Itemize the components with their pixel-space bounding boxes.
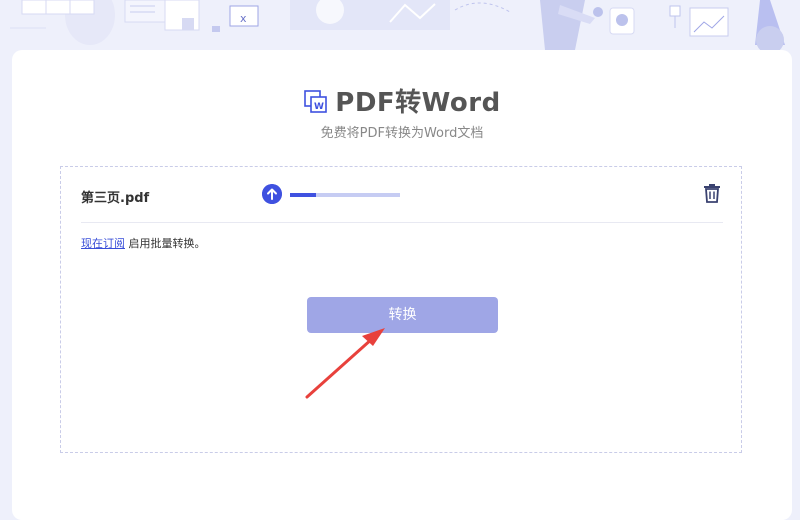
upload-arrow-icon [262, 184, 282, 204]
pdf-to-word-icon: W [304, 90, 328, 113]
file-row: 第三页.pdf [61, 167, 741, 223]
file-name: 第三页.pdf [81, 191, 150, 206]
subscribe-link[interactable]: 现在订阅 [81, 237, 125, 250]
svg-text:x: x [240, 12, 247, 25]
svg-text:W: W [314, 102, 324, 112]
page-title: PDF转Word [335, 87, 501, 118]
batch-notice-text: 启用批量转换。 [125, 237, 206, 250]
upload-progress-bar [290, 193, 400, 197]
batch-notice: 现在订阅 启用批量转换。 [81, 235, 206, 251]
convert-button[interactable]: 转换 [307, 297, 498, 333]
converter-card: W PDF转Word 免费将PDF转换为Word文档 第三页.pdf 现在订阅 … [12, 50, 792, 520]
trash-icon[interactable] [703, 183, 721, 203]
divider [81, 222, 723, 223]
upload-progress-fill [290, 193, 317, 197]
page-subtitle: 免费将PDF转换为Word文档 [320, 126, 484, 141]
title-row: W PDF转Word [12, 80, 792, 120]
upload-area[interactable]: 第三页.pdf 现在订阅 启用批量转换。 转换 [60, 166, 742, 453]
